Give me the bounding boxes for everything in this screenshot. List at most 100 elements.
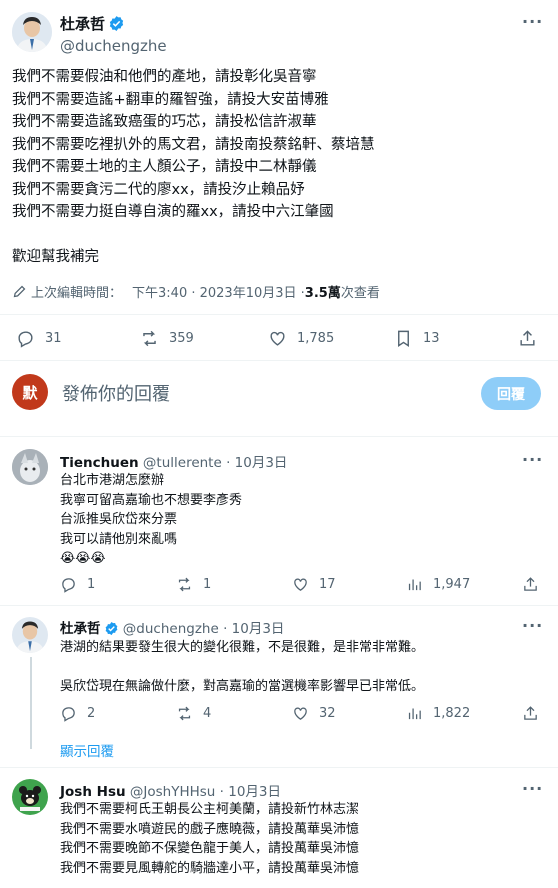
retweet-count: 359 [169,331,194,346]
share-icon [524,577,537,591]
reply-date[interactable]: · 10月3日 [219,621,284,637]
like-action[interactable]: 1,785 [268,329,334,348]
retweet-action[interactable]: 4 [176,705,211,722]
author-info: 杜承哲 @duchengzhe [60,13,167,55]
more-options-icon[interactable]: ··· [522,616,543,635]
views-label: 次查看 [340,286,380,301]
share-action[interactable] [522,576,549,593]
like-action[interactable]: 32 [292,705,336,722]
views-action[interactable]: 1,822 [406,705,470,722]
reply-bubble-icon [62,707,75,722]
animal-photo-icon [12,449,48,485]
share-icon [524,706,537,720]
reply-line: 我寧可留高嘉瑜也不想要李彥秀 [60,492,243,508]
thread-connector-line [30,657,32,749]
show-replies-link[interactable]: 顯示回覆 [60,740,114,760]
reply-line: 台北市港湖怎麼辦 [60,473,165,488]
views-count: 1,822 [433,706,471,721]
more-options-icon[interactable]: ··· [522,12,543,31]
verified-badge-icon [109,16,124,31]
reply-date[interactable]: · 10月3日 [222,455,287,471]
reply-input[interactable]: 發佈你的回覆 [62,380,170,406]
reply-line: 台派推吳欣岱來分票 [60,512,178,527]
reply-count: 1 [87,577,96,592]
more-options-icon[interactable]: ··· [522,450,543,469]
reply-action[interactable]: 31 [16,329,62,348]
reply-action[interactable]: 2 [60,705,95,722]
reply-line: 我們不需要晚節不保變色龍于美人，請投萬華吳沛憶 [60,841,360,856]
post-timestamp[interactable]: 下午3:40 · 2023年10月3日 · [132,282,305,301]
reply-handle[interactable]: @duchengzhe [123,621,219,637]
like-count: 32 [319,706,336,721]
reply-line: 😭😭😭 [60,551,106,566]
heart-icon [294,707,307,720]
more-options-icon[interactable]: ··· [522,779,543,798]
reply-bubble-icon [62,578,75,593]
reply-author-name[interactable]: 杜承哲 [60,621,101,637]
author-avatar[interactable] [12,12,52,52]
post-closing: 歡迎幫我補完 [12,248,99,265]
tienchuen-avatar[interactable] [12,449,48,485]
analytics-bars-icon [408,708,421,720]
reply-body: 我們不需要柯氏王朝長公主柯美蘭，請投新竹林志潔 我們不需要水噴遊民的戲子應曉薇，… [60,800,359,878]
verified-badge-icon [105,621,117,636]
reply-line: 我們不需要柯氏王朝長公主柯美蘭，請投新竹林志潔 [60,802,360,817]
reply-body: 港湖的結果要發生很大的變化很難，不是很難，是非常非常難。 吳欣岱現在無論做什麼，… [60,638,424,696]
joshhsu-avatar[interactable] [12,779,48,815]
share-action[interactable] [522,705,549,722]
bookmark-action[interactable]: 13 [394,329,440,348]
reply-author-name[interactable]: Tienchuen [60,455,139,471]
analytics-bars-icon [408,579,421,591]
reply-bubble-icon [18,331,33,348]
reply-submit-button[interactable]: 回覆 [481,377,541,410]
retweet-icon [143,330,156,347]
share-icon [520,330,535,346]
bookmark-count: 13 [423,331,440,346]
post-line: 我們不需要假油和他們的產地，請投彰化吳音寧 [12,69,317,85]
views-count: 3.5萬 [304,286,341,301]
reply-date[interactable]: · 10月3日 [215,784,281,800]
edit-pencil-icon [13,285,26,298]
post-line: 我們不需要貪污二代的廖xx，請投汐止賴品妤 [12,181,305,198]
reply-count: 2 [87,706,96,721]
reply-line: 港湖的結果要發生很大的變化很難，不是很難，是非常非常難。 [60,640,425,655]
post-line: 我們不需要土地的主人顏公子，請投中二林靜儀 [12,159,317,175]
reply-action[interactable]: 1 [60,576,95,593]
like-count: 17 [319,577,336,592]
retweet-icon [178,706,191,721]
post-line: 我們不需要力挺自導自演的羅xx，請投中六江肇國 [12,204,334,220]
avatar-portrait-icon [12,617,48,653]
post-line: 我們不需要造謠+翻車的羅智強，請投大安苗博雅 [12,91,329,108]
reply-handle[interactable]: @JoshYHHsu [130,784,215,800]
reply-line: 吳欣岱現在無論做什麼，對高嘉瑜的當選機率影響早已非常低。 [60,678,425,694]
reply-line: 我們不需要水噴遊民的戲子應曉薇，請投萬華吳沛憶 [60,821,360,837]
reply-header: 杜承哲 @duchengzhe · 10月3日 [60,617,284,637]
author-handle[interactable]: @duchengzhe [60,37,167,55]
current-user-avatar[interactable]: 默 [12,374,48,410]
cartoon-bear-logo-icon [12,779,48,815]
author-name[interactable]: 杜承哲 [60,15,105,33]
reply-header: Tienchuen @tullerente · 10月3日 [60,451,287,471]
retweet-count: 4 [203,706,212,721]
retweet-action[interactable]: 1 [176,576,211,593]
share-action[interactable] [518,329,547,348]
author-avatar[interactable] [12,617,48,653]
post-line: 我們不需要造謠致癌蛋的巧芯，請投松信許淑華 [12,114,317,130]
avatar-portrait-icon [12,12,52,52]
retweet-count: 1 [203,577,212,592]
reply-handle[interactable]: @tullerente [143,455,222,471]
edited-label[interactable]: 上次編輯時間： [31,282,122,301]
reply-line: 我可以請他別來亂嗎 [60,531,178,547]
retweet-icon [178,577,191,592]
post-meta: 上次編輯時間： 下午3:40 · 2023年10月3日 · 3.5萬 次查看 [12,282,380,301]
bookmark-icon [398,330,409,347]
like-action[interactable]: 17 [292,576,336,593]
views-action[interactable]: 1,947 [406,576,470,593]
heart-icon [294,578,307,591]
heart-icon [270,331,285,346]
reply-count: 31 [45,331,62,346]
reply-author-name[interactable]: Josh Hsu [60,784,126,800]
like-count: 1,785 [297,331,335,346]
reply-header: Josh Hsu @JoshYHHsu · 10月3日 [60,780,281,800]
retweet-action[interactable]: 359 [140,329,194,348]
